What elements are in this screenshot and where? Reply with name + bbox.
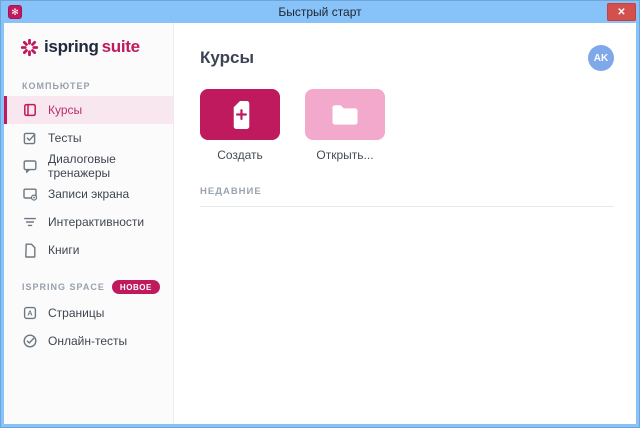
sidebar-item-label: Онлайн-тесты [48, 334, 127, 348]
main-header: Курсы AK [200, 45, 614, 71]
folder-icon [330, 103, 360, 127]
action-tiles: Создать Открыть... [200, 89, 614, 162]
recent-divider [200, 206, 614, 207]
sidebar-item-label: Записи экрана [48, 187, 129, 201]
recent-label: НЕДАВНИЕ [200, 186, 614, 197]
sidebar-item-label: Диалоговые тренажеры [48, 152, 173, 180]
book-icon [22, 102, 38, 118]
user-avatar[interactable]: AK [588, 45, 614, 71]
sidebar-item-quizzes[interactable]: Тесты [4, 124, 173, 152]
create-action: Создать [200, 89, 280, 162]
recent-section: НЕДАВНИЕ [200, 186, 614, 207]
create-course-button[interactable] [200, 89, 280, 140]
window-title: Быстрый старт [1, 1, 639, 23]
page-icon [22, 242, 38, 258]
sidebar-item-courses[interactable]: Курсы [4, 96, 173, 124]
create-label: Создать [217, 148, 263, 162]
svg-text:A: A [27, 309, 32, 318]
check-circle-icon [22, 333, 38, 349]
sidebar-item-label: Интерактивности [48, 215, 144, 229]
ispring-starburst-icon [20, 38, 39, 57]
section-ispring-space-label: ISPRING SPACE НОВОЕ [22, 280, 173, 294]
sidebar-item-dialog-simulations[interactable]: Диалоговые тренажеры [4, 152, 173, 180]
open-course-button[interactable] [305, 89, 385, 140]
sidebar-item-interactions[interactable]: Интерактивности [4, 208, 173, 236]
sidebar-item-label: Тесты [48, 131, 81, 145]
funnel-lines-icon [22, 214, 38, 230]
titlebar[interactable]: ✻ Быстрый старт ✕ [1, 1, 639, 23]
sidebar-item-online-quizzes[interactable]: Онлайн-тесты [4, 327, 173, 355]
sidebar-item-books[interactable]: Книги [4, 236, 173, 264]
new-badge: НОВОЕ [112, 280, 160, 294]
sidebar-item-screen-recordings[interactable]: Записи экрана [4, 180, 173, 208]
close-button[interactable]: ✕ [607, 3, 636, 21]
page-title: Курсы [200, 48, 254, 68]
sidebar-item-label: Страницы [48, 306, 104, 320]
window-content: ispringsuite КОМПЬЮТЕР Курсы Тесты [4, 23, 636, 424]
section-computer-label: КОМПЬЮТЕР [22, 81, 173, 91]
file-plus-icon [227, 99, 254, 131]
ispring-suite-logo: ispringsuite [4, 31, 173, 63]
check-square-icon [22, 130, 38, 146]
chat-bubble-icon [22, 158, 38, 174]
sidebar-item-pages[interactable]: A Страницы [4, 299, 173, 327]
logo-brand: ispring [44, 37, 99, 56]
sidebar-item-label: Курсы [48, 103, 82, 117]
main-panel: Курсы AK С [174, 23, 636, 424]
logo-text: ispringsuite [44, 37, 140, 57]
avatar-initials: AK [594, 53, 608, 64]
page-a-icon: A [22, 305, 38, 321]
screen-record-icon [22, 186, 38, 202]
open-label: Открыть... [316, 148, 373, 162]
sidebar-item-label: Книги [48, 243, 79, 257]
quick-start-window: ✻ Быстрый старт ✕ [0, 0, 640, 428]
close-icon: ✕ [617, 7, 625, 18]
logo-product: suite [102, 37, 140, 56]
sidebar: ispringsuite КОМПЬЮТЕР Курсы Тесты [4, 23, 174, 424]
open-action: Открыть... [305, 89, 385, 162]
